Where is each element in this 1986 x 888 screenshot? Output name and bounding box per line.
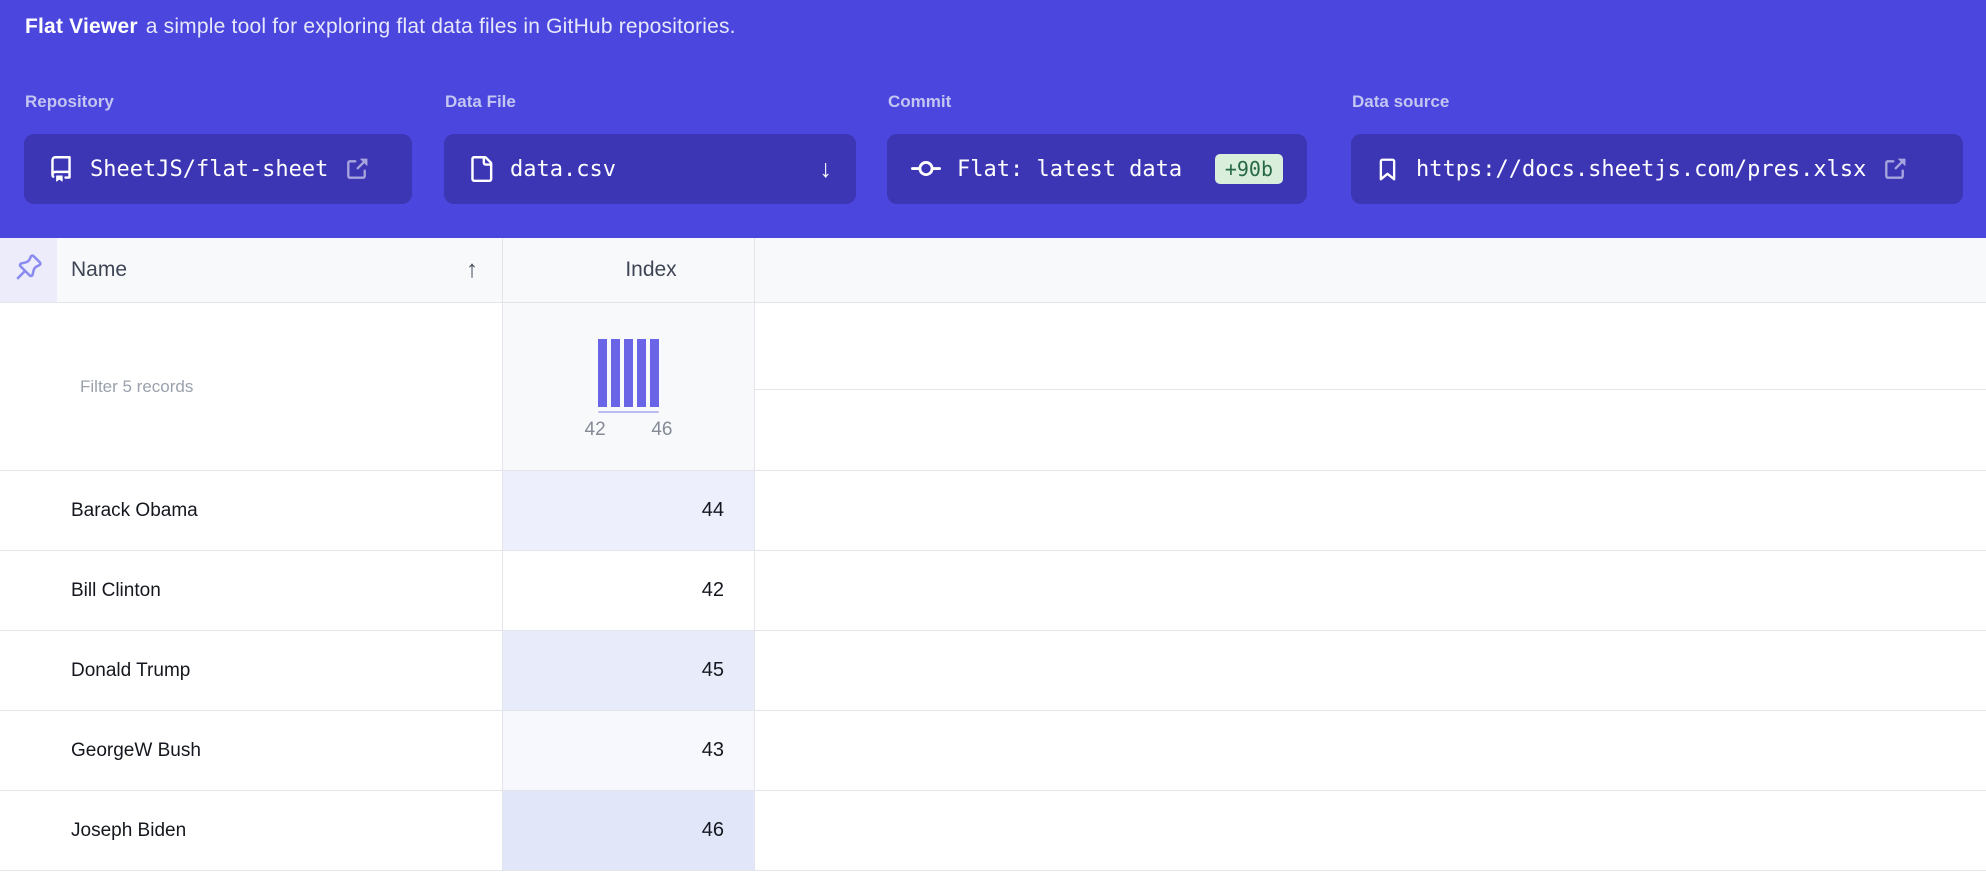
data-table: Name ↑ Index 42 46 — [0, 238, 1986, 871]
row-filler — [755, 711, 1986, 790]
data-source-link[interactable]: https://docs.sheetjs.com/pres.xlsx — [1351, 134, 1963, 204]
table-header-row: Name ↑ Index — [0, 238, 1986, 303]
app-subtitle: a simple tool for exploring flat data fi… — [146, 15, 736, 38]
pin-column-toggle[interactable] — [0, 238, 57, 302]
column-header-index[interactable]: Index — [503, 238, 755, 302]
histogram-bar — [650, 339, 659, 407]
table-row: Bill Clinton 42 — [0, 551, 1986, 631]
commit-label: Commit — [888, 92, 951, 112]
header-filler — [755, 238, 1986, 302]
data-source-label: Data source — [1352, 92, 1449, 112]
sort-ascending-icon: ↑ — [466, 256, 478, 284]
table-row: GeorgeW Bush 43 — [0, 711, 1986, 791]
external-link-icon — [344, 157, 369, 182]
commit-diff-badge: +90b — [1215, 154, 1283, 184]
table-row: Joseph Biden 46 — [0, 791, 1986, 871]
row-filler — [755, 791, 1986, 870]
histogram-bar — [637, 339, 646, 407]
repository-button[interactable]: SheetJS/flat-sheet — [24, 134, 412, 204]
row-filler — [755, 471, 1986, 550]
table-row: Donald Trump 45 — [0, 631, 1986, 711]
commit-message: Flat: latest data — [957, 157, 1182, 182]
commit-button[interactable]: Flat: latest data +90b — [887, 134, 1307, 204]
name-cell: Barack Obama — [0, 471, 503, 550]
file-icon — [468, 156, 494, 182]
table-row: Barack Obama 44 — [0, 471, 1986, 551]
index-cell: 43 — [503, 711, 755, 790]
data-file-select[interactable]: data.csv ↓ — [444, 134, 856, 204]
histogram-min-label: 42 — [585, 419, 606, 441]
name-cell: Joseph Biden — [0, 791, 503, 870]
histogram-bar — [611, 339, 620, 407]
data-file-value: data.csv — [510, 157, 616, 182]
index-cell: 42 — [503, 551, 755, 630]
column-header-index-label: Index — [625, 258, 676, 282]
filter-input[interactable] — [0, 303, 502, 470]
filter-filler — [755, 303, 1986, 470]
repo-icon — [48, 156, 74, 182]
data-file-label: Data File — [445, 92, 516, 112]
column-header-name-label: Name — [71, 258, 127, 282]
name-cell: Donald Trump — [0, 631, 503, 710]
row-filler — [755, 631, 1986, 710]
index-cell: 44 — [503, 471, 755, 550]
external-link-icon — [1882, 157, 1907, 182]
column-header-name[interactable]: Name ↑ — [57, 238, 503, 302]
index-cell: 45 — [503, 631, 755, 710]
histogram-baseline — [598, 411, 659, 413]
flat-viewer-app: Flat Viewer a simple tool for exploring f… — [0, 0, 1986, 888]
name-cell: GeorgeW Bush — [0, 711, 503, 790]
filter-row: 42 46 — [0, 303, 1986, 471]
index-cell: 46 — [503, 791, 755, 870]
table-body: Barack Obama 44 Bill Clinton 42 Donald T… — [0, 471, 1986, 871]
histogram-bar — [598, 339, 607, 407]
bookmark-icon — [1375, 157, 1400, 182]
repository-label: Repository — [25, 92, 114, 112]
topbar: Flat Viewer a simple tool for exploring f… — [0, 0, 1986, 238]
histogram-labels: 42 46 — [585, 419, 673, 441]
app-title: Flat Viewer — [25, 15, 138, 38]
row-filler — [755, 551, 1986, 630]
title-line: Flat Viewer a simple tool for exploring f… — [25, 15, 736, 39]
chevron-down-icon: ↓ — [820, 155, 833, 184]
name-cell: Bill Clinton — [0, 551, 503, 630]
filter-cell-index-histogram[interactable]: 42 46 — [503, 303, 755, 470]
histogram-max-label: 46 — [651, 419, 672, 441]
filler-divider — [755, 303, 1986, 390]
pin-icon — [15, 254, 42, 286]
data-source-url: https://docs.sheetjs.com/pres.xlsx — [1416, 157, 1866, 182]
filter-cell-name — [0, 303, 503, 470]
commit-icon — [911, 154, 941, 184]
histogram-bar — [624, 339, 633, 407]
histogram-bars — [598, 339, 659, 407]
repository-value: SheetJS/flat-sheet — [90, 157, 328, 182]
